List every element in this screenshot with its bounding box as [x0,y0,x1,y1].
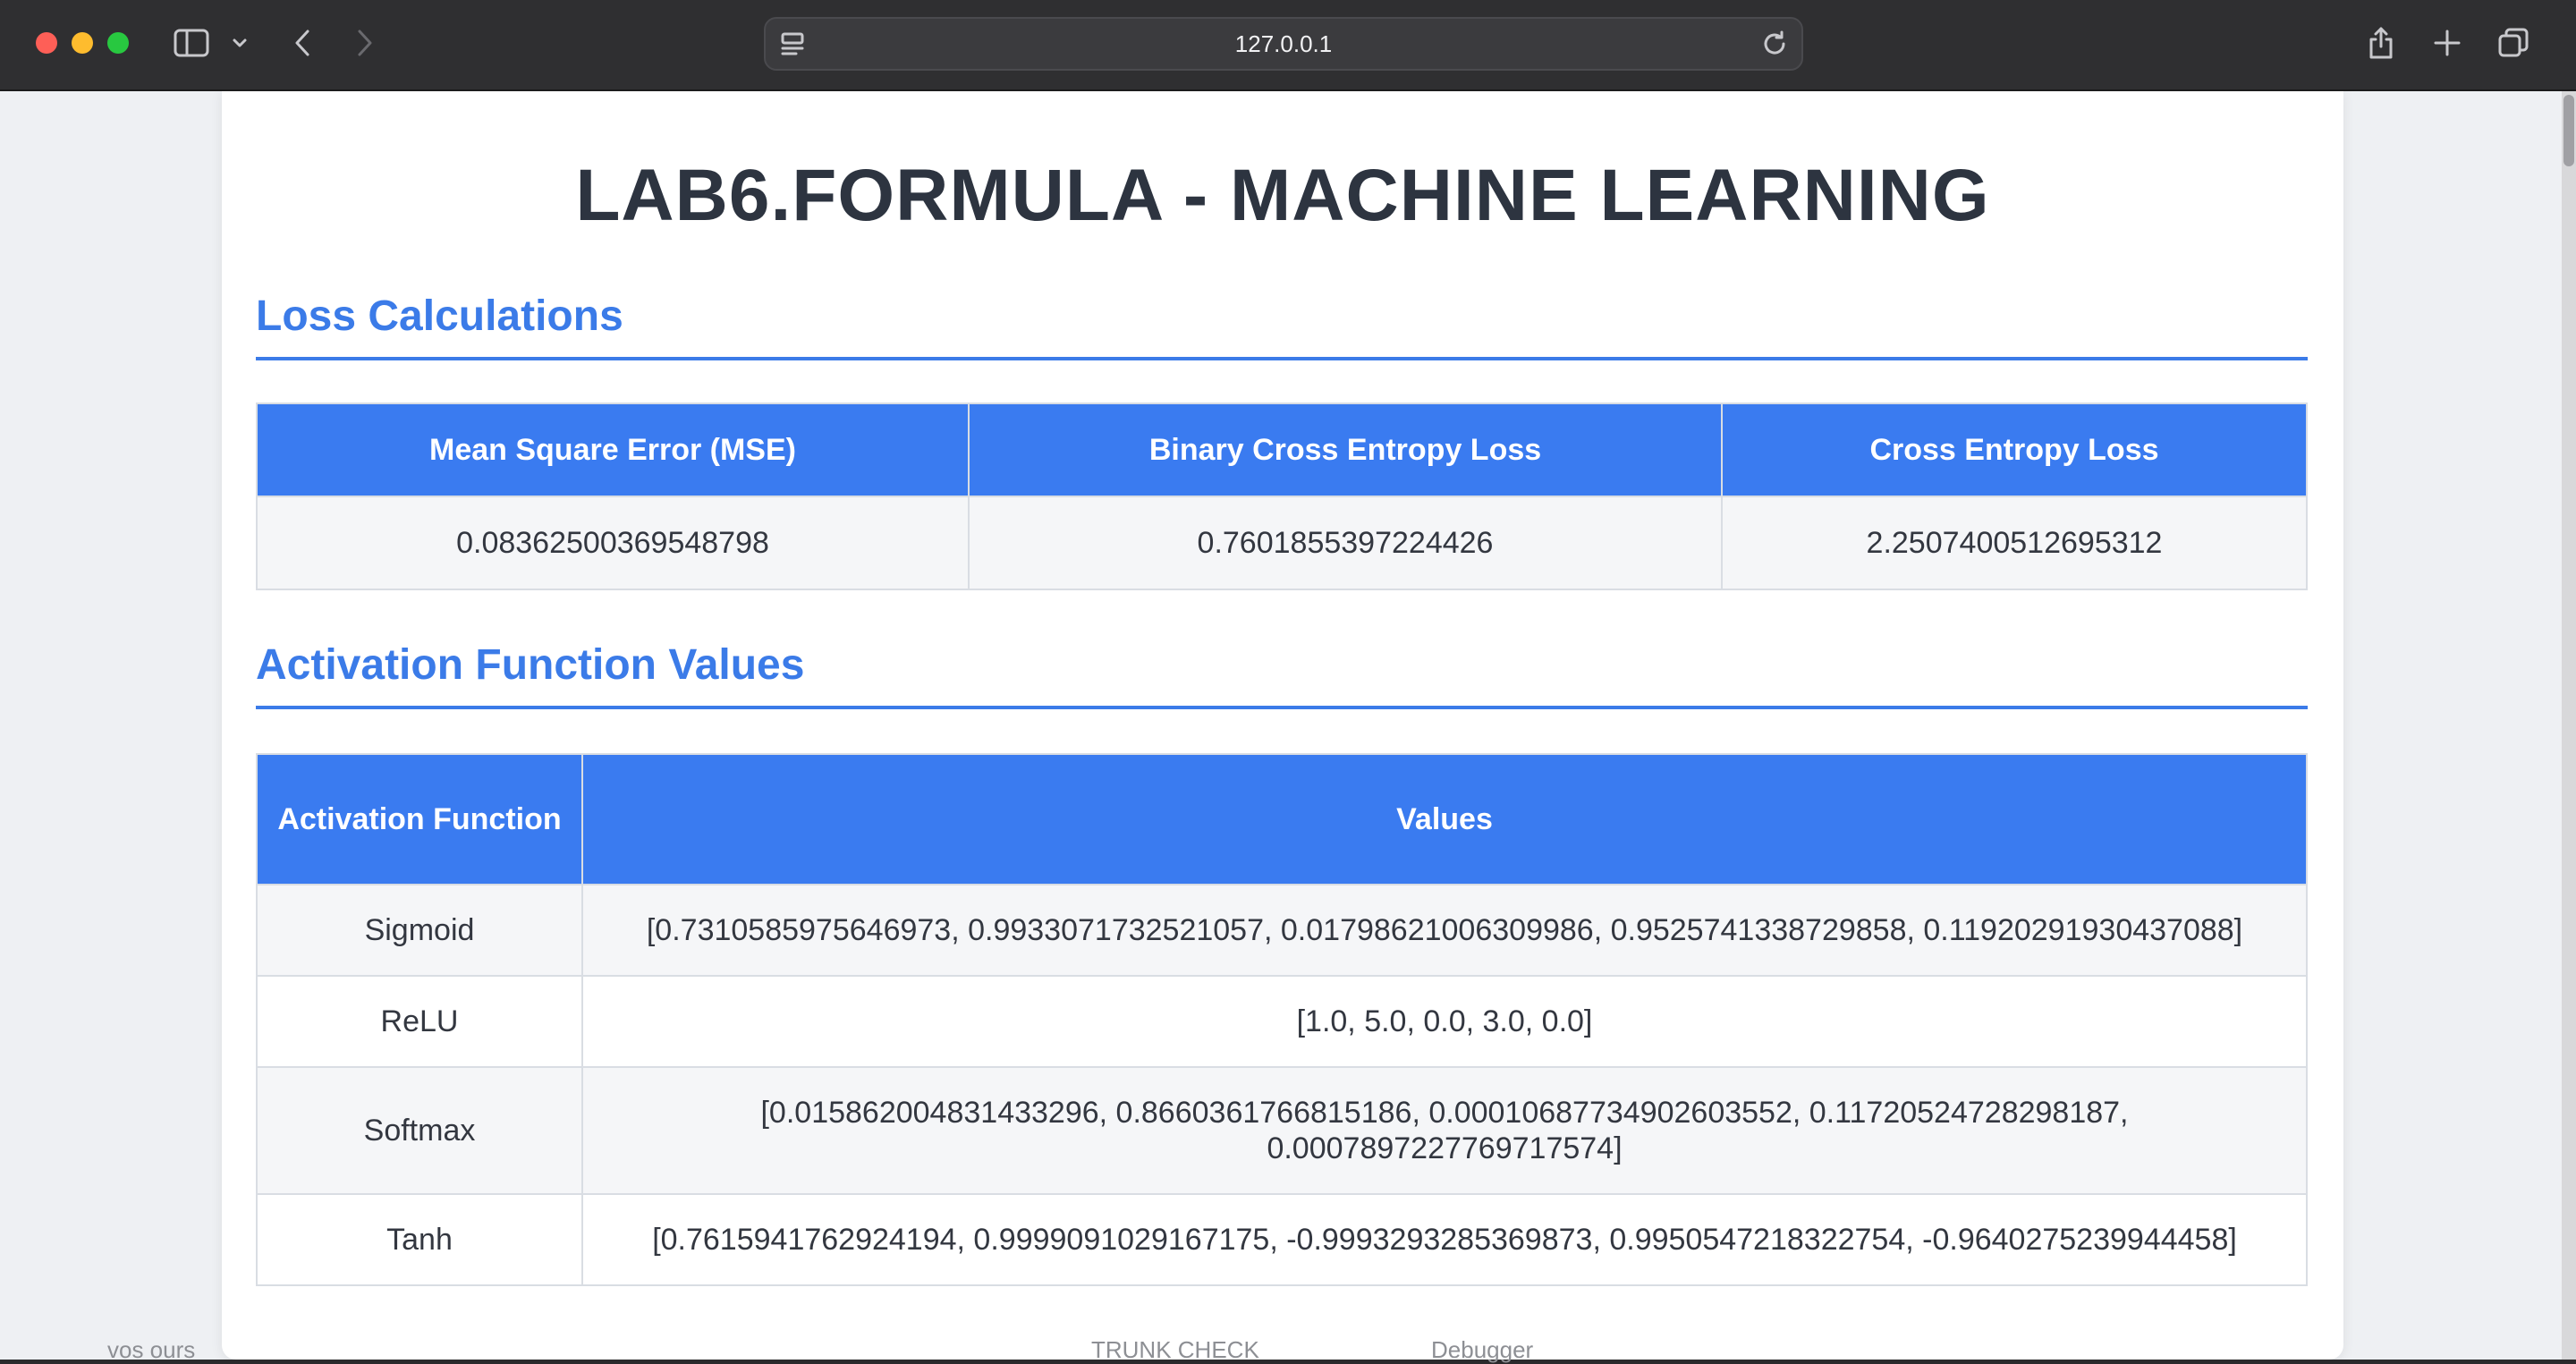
bce-value: 0.7601855397224426 [968,496,1723,590]
page-title: LAB6.FORMULA - MACHINE LEARNING [575,155,1990,236]
function-column-header: Activation Function [256,753,583,885]
back-button[interactable] [283,23,322,63]
activation-section-heading: Activation Function Values [256,640,2308,709]
vertical-scrollbar[interactable] [2562,91,2576,1360]
sidebar-toggle-icon[interactable] [172,23,211,63]
loss-table: Mean Square Error (MSE) Binary Cross Ent… [256,402,2308,590]
bce-header: Binary Cross Entropy Loss [968,402,1723,497]
function-values: [0.7310585975646973, 0.9933071732521057,… [581,884,2308,977]
reload-icon[interactable] [1760,30,1789,58]
share-icon[interactable] [2361,23,2401,63]
background-window-text: Debugger [1431,1336,1534,1363]
forward-button[interactable] [345,23,385,63]
new-tab-icon[interactable] [2428,23,2467,63]
scrollbar-thumb[interactable] [2563,95,2574,166]
zoom-window-button[interactable] [107,32,129,54]
function-name: Softmax [256,1066,583,1195]
tab-overview-icon[interactable] [2494,23,2533,63]
function-name: Sigmoid [256,884,583,977]
background-window-text: TRUNK CHECK [1091,1336,1259,1363]
loss-section-heading: Loss Calculations [256,292,2308,360]
mse-header: Mean Square Error (MSE) [256,402,970,497]
table-row: Sigmoid [0.7310585975646973, 0.993307173… [256,884,2308,977]
chevron-down-icon[interactable] [225,23,254,63]
background-window-text: vos ours [107,1336,196,1363]
table-row: Softmax [0.015862004831433296, 0.8660361… [256,1066,2308,1195]
close-window-button[interactable] [36,32,57,54]
browser-toolbar: 127.0.0.1 [0,0,2576,91]
minimize-window-button[interactable] [72,32,93,54]
activation-table: Activation Function Values Sigmoid [0.73… [256,753,2308,1286]
loss-header-row: Mean Square Error (MSE) Binary Cross Ent… [256,402,2308,497]
content-card: LAB6.FORMULA - MACHINE LEARNING Loss Cal… [222,91,2343,1360]
mse-value: 0.08362500369548798 [256,496,970,590]
function-values: [0.7615941762924194, 0.9999091029167175,… [581,1193,2308,1286]
ce-header: Cross Entropy Loss [1721,402,2308,497]
url-text[interactable]: 127.0.0.1 [766,19,1801,69]
function-values: [0.015862004831433296, 0.866036176681518… [581,1066,2308,1195]
table-row: Tanh [0.7615941762924194, 0.999909102916… [256,1193,2308,1286]
values-column-header: Values [581,753,2308,885]
address-bar[interactable]: 127.0.0.1 [764,17,1803,71]
loss-value-row: 0.08362500369548798 0.7601855397224426 2… [256,496,2308,590]
page-viewport: LAB6.FORMULA - MACHINE LEARNING Loss Cal… [0,91,2562,1360]
function-name: ReLU [256,975,583,1068]
function-name: Tanh [256,1193,583,1286]
table-row: ReLU [1.0, 5.0, 0.0, 3.0, 0.0] [256,975,2308,1068]
ce-value: 2.2507400512695312 [1721,496,2308,590]
function-values: [1.0, 5.0, 0.0, 3.0, 0.0] [581,975,2308,1068]
activation-header-row: Activation Function Values [256,753,2308,885]
